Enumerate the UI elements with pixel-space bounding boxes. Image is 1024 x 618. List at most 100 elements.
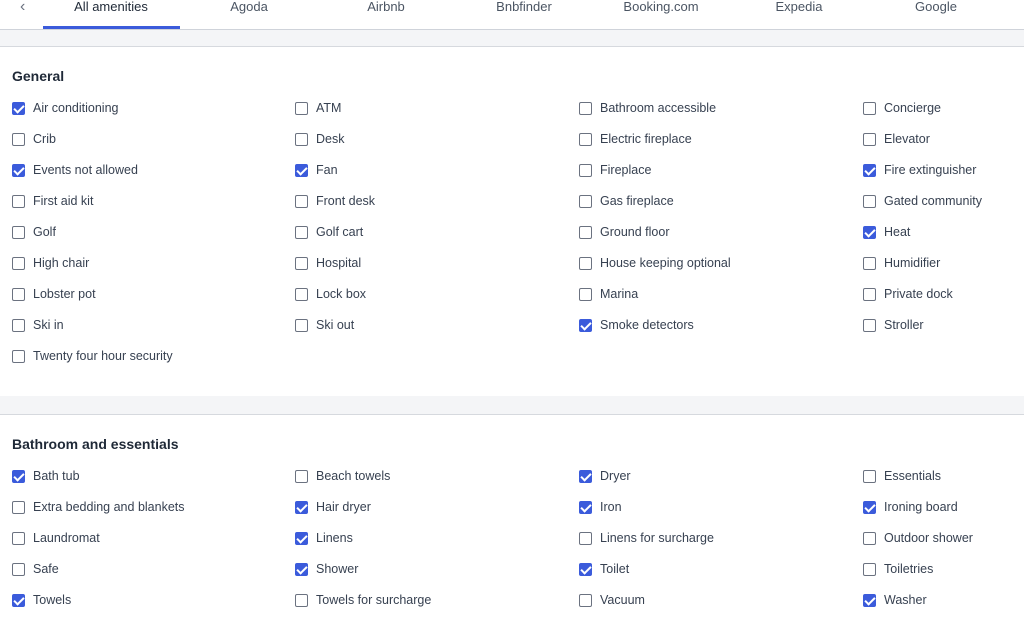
amenity-checkbox[interactable]: [863, 256, 876, 270]
amenity-checkbox[interactable]: [863, 194, 876, 208]
amenity-checkbox[interactable]: [12, 256, 25, 270]
amenity-crib[interactable]: Crib: [12, 130, 56, 148]
amenity-checkbox[interactable]: [579, 500, 592, 514]
amenity-checkbox[interactable]: [295, 500, 308, 514]
amenity-checkbox[interactable]: [579, 531, 592, 545]
amenity-fireplace[interactable]: Fireplace: [579, 161, 651, 179]
amenity-checkbox[interactable]: [863, 225, 876, 239]
tab-bnbfinder[interactable]: Bnbfinder: [464, 0, 584, 29]
amenity-essentials[interactable]: Essentials: [863, 467, 941, 485]
amenity-checkbox[interactable]: [579, 562, 592, 576]
amenity-checkbox[interactable]: [295, 287, 308, 301]
amenity-outdoor-shower[interactable]: Outdoor shower: [863, 529, 973, 547]
amenity-checkbox[interactable]: [863, 562, 876, 576]
amenity-electric-fireplace[interactable]: Electric fireplace: [579, 130, 692, 148]
amenity-checkbox[interactable]: [863, 287, 876, 301]
amenity-checkbox[interactable]: [295, 132, 308, 146]
amenity-checkbox[interactable]: [12, 132, 25, 146]
amenity-hair-dryer[interactable]: Hair dryer: [295, 498, 371, 516]
amenity-checkbox[interactable]: [12, 593, 25, 607]
amenity-bath-tub[interactable]: Bath tub: [12, 467, 80, 485]
amenity-ground-floor[interactable]: Ground floor: [579, 223, 669, 241]
amenity-washer[interactable]: Washer: [863, 591, 927, 609]
amenity-checkbox[interactable]: [295, 163, 308, 177]
amenity-house-keeping-optional[interactable]: House keeping optional: [579, 254, 731, 272]
tab-all-amenities[interactable]: All amenities: [51, 0, 171, 29]
amenity-beach-towels[interactable]: Beach towels: [295, 467, 390, 485]
amenity-checkbox[interactable]: [12, 562, 25, 576]
amenity-fan[interactable]: Fan: [295, 161, 338, 179]
amenity-checkbox[interactable]: [12, 194, 25, 208]
amenity-laundromat[interactable]: Laundromat: [12, 529, 100, 547]
amenity-checkbox[interactable]: [12, 287, 25, 301]
amenity-checkbox[interactable]: [579, 132, 592, 146]
amenity-lobster-pot[interactable]: Lobster pot: [12, 285, 96, 303]
amenity-stroller[interactable]: Stroller: [863, 316, 924, 334]
amenity-checkbox[interactable]: [863, 101, 876, 115]
amenity-elevator[interactable]: Elevator: [863, 130, 930, 148]
amenity-twenty-four-hour-security[interactable]: Twenty four hour security: [12, 347, 173, 365]
amenity-checkbox[interactable]: [863, 500, 876, 514]
amenity-golf-cart[interactable]: Golf cart: [295, 223, 363, 241]
amenity-checkbox[interactable]: [579, 163, 592, 177]
amenity-air-conditioning[interactable]: Air conditioning: [12, 99, 118, 117]
amenity-checkbox[interactable]: [295, 101, 308, 115]
tab-booking-com[interactable]: Booking.com: [601, 0, 721, 29]
amenity-checkbox[interactable]: [12, 101, 25, 115]
amenity-checkbox[interactable]: [295, 318, 308, 332]
amenity-checkbox[interactable]: [863, 593, 876, 607]
amenity-hospital[interactable]: Hospital: [295, 254, 361, 272]
amenity-gated-community[interactable]: Gated community: [863, 192, 982, 210]
amenity-desk[interactable]: Desk: [295, 130, 344, 148]
amenity-linens[interactable]: Linens: [295, 529, 353, 547]
amenity-checkbox[interactable]: [863, 531, 876, 545]
amenity-high-chair[interactable]: High chair: [12, 254, 89, 272]
amenity-safe[interactable]: Safe: [12, 560, 59, 578]
amenity-shower[interactable]: Shower: [295, 560, 358, 578]
amenity-checkbox[interactable]: [295, 469, 308, 483]
amenity-checkbox[interactable]: [579, 318, 592, 332]
tab-agoda[interactable]: Agoda: [189, 0, 309, 29]
amenity-checkbox[interactable]: [579, 593, 592, 607]
amenity-extra-bedding-and-blankets[interactable]: Extra bedding and blankets: [12, 498, 185, 516]
chevron-left-icon[interactable]: ‹: [20, 0, 34, 28]
amenity-iron[interactable]: Iron: [579, 498, 622, 516]
amenity-private-dock[interactable]: Private dock: [863, 285, 953, 303]
amenity-checkbox[interactable]: [12, 349, 25, 363]
amenity-checkbox[interactable]: [863, 318, 876, 332]
amenity-checkbox[interactable]: [579, 287, 592, 301]
amenity-ski-out[interactable]: Ski out: [295, 316, 354, 334]
tab-google[interactable]: Google: [876, 0, 996, 29]
amenity-humidifier[interactable]: Humidifier: [863, 254, 940, 272]
amenity-checkbox[interactable]: [295, 593, 308, 607]
amenity-concierge[interactable]: Concierge: [863, 99, 941, 117]
amenity-checkbox[interactable]: [12, 531, 25, 545]
amenity-checkbox[interactable]: [863, 163, 876, 177]
amenity-golf[interactable]: Golf: [12, 223, 56, 241]
amenity-fire-extinguisher[interactable]: Fire extinguisher: [863, 161, 976, 179]
amenity-checkbox[interactable]: [863, 132, 876, 146]
amenity-toiletries[interactable]: Toiletries: [863, 560, 933, 578]
amenity-checkbox[interactable]: [12, 163, 25, 177]
amenity-towels[interactable]: Towels: [12, 591, 71, 609]
amenity-ski-in[interactable]: Ski in: [12, 316, 64, 334]
amenity-checkbox[interactable]: [579, 469, 592, 483]
amenity-checkbox[interactable]: [295, 562, 308, 576]
amenity-checkbox[interactable]: [295, 256, 308, 270]
amenity-smoke-detectors[interactable]: Smoke detectors: [579, 316, 694, 334]
tab-expedia[interactable]: Expedia: [739, 0, 859, 29]
amenity-heat[interactable]: Heat: [863, 223, 910, 241]
amenity-checkbox[interactable]: [579, 194, 592, 208]
amenity-checkbox[interactable]: [579, 225, 592, 239]
amenity-checkbox[interactable]: [12, 469, 25, 483]
amenity-events-not-allowed[interactable]: Events not allowed: [12, 161, 138, 179]
amenity-bathroom-accessible[interactable]: Bathroom accessible: [579, 99, 716, 117]
amenity-vacuum[interactable]: Vacuum: [579, 591, 645, 609]
amenity-checkbox[interactable]: [295, 531, 308, 545]
amenity-gas-fireplace[interactable]: Gas fireplace: [579, 192, 674, 210]
amenity-marina[interactable]: Marina: [579, 285, 638, 303]
amenity-checkbox[interactable]: [12, 225, 25, 239]
amenity-checkbox[interactable]: [863, 469, 876, 483]
amenity-toilet[interactable]: Toilet: [579, 560, 629, 578]
amenity-checkbox[interactable]: [12, 500, 25, 514]
